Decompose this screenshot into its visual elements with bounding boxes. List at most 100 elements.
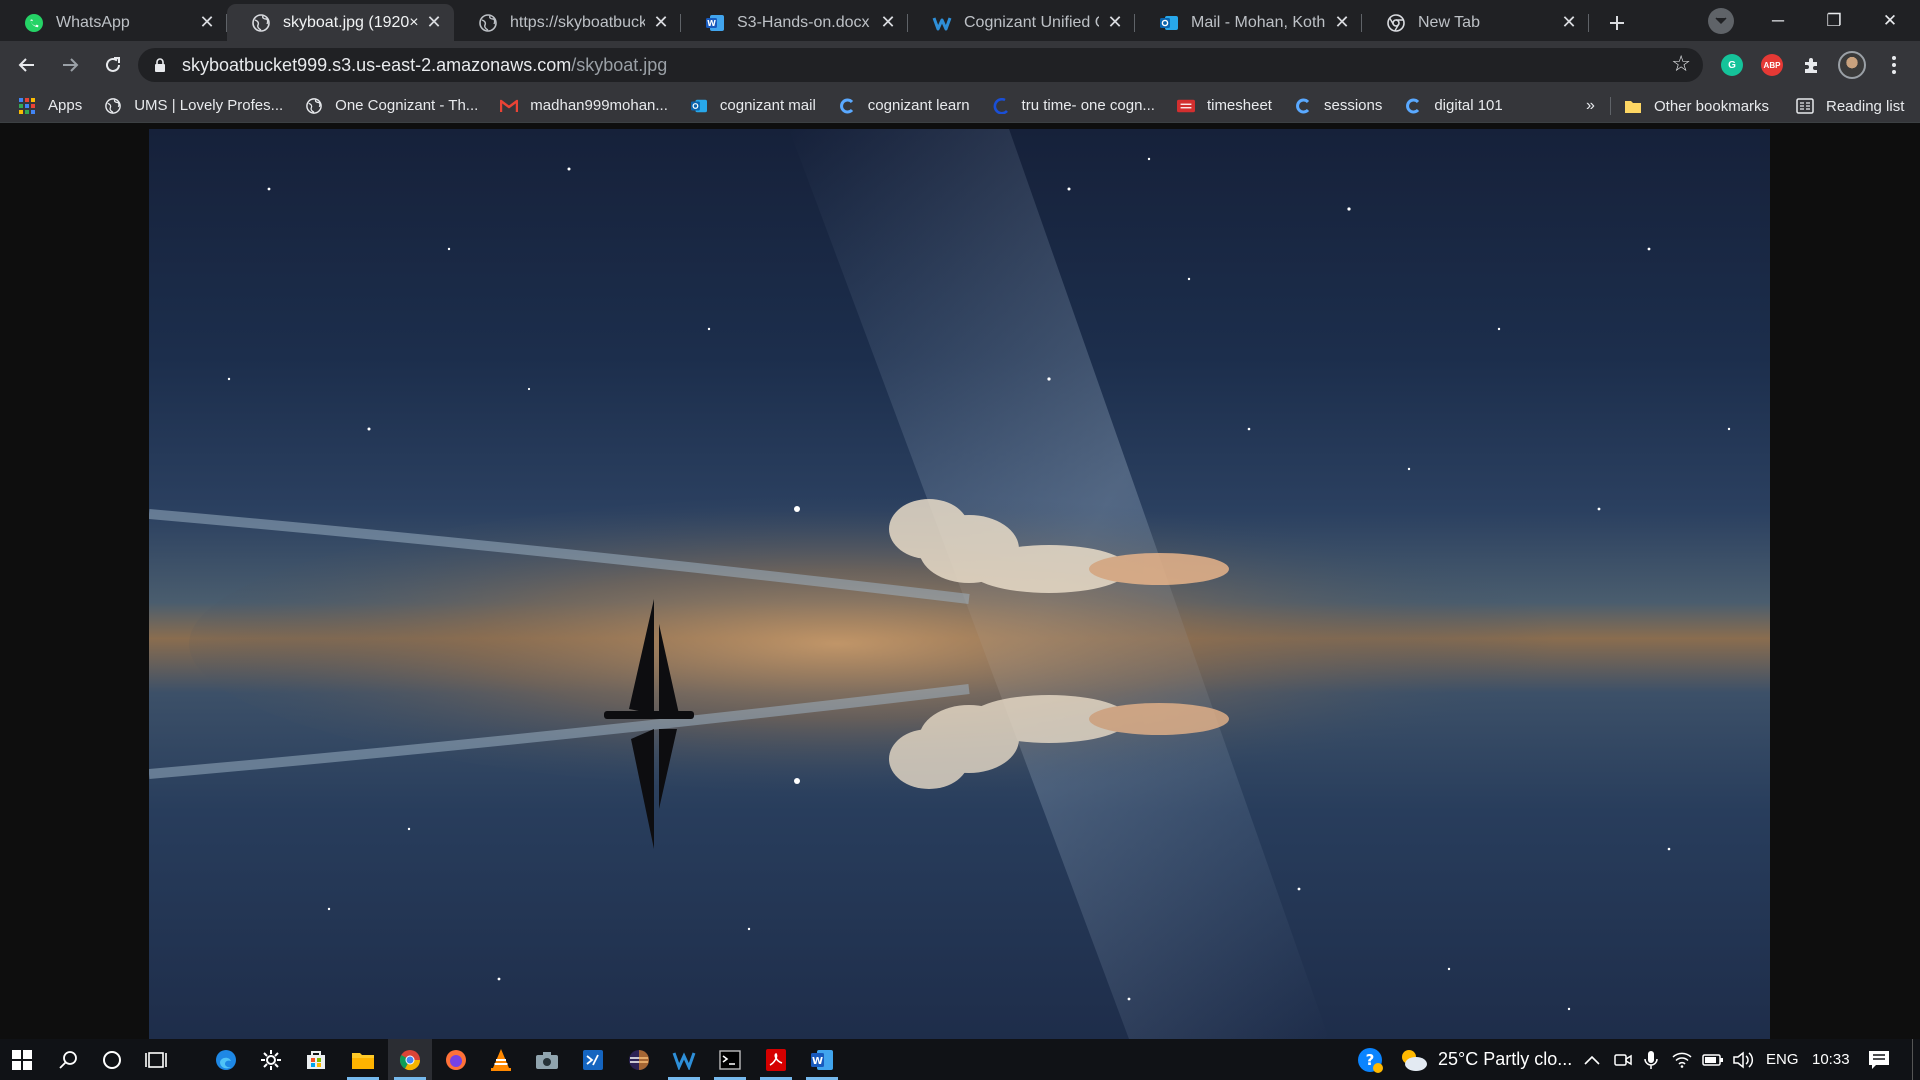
bookmark-cognizant-mail[interactable]: cognizant mail (690, 97, 816, 115)
back-button[interactable] (7, 45, 47, 85)
bookmark-label: timesheet (1206, 97, 1272, 114)
taskbar-edge[interactable] (204, 1039, 248, 1080)
close-icon[interactable]: ✕ (1559, 12, 1579, 33)
bookmark-label: cognizant mail (719, 97, 816, 114)
svg-text:W: W (707, 19, 716, 28)
taskbar-chrome[interactable] (388, 1039, 432, 1080)
extension-grammarly[interactable]: G (1718, 51, 1746, 79)
extension-adblock-plus[interactable]: ABP (1758, 51, 1786, 79)
windows-logo-icon (12, 1049, 32, 1070)
gear-icon (261, 1049, 281, 1070)
task-view-button[interactable] (134, 1039, 178, 1080)
taskbar-eclipse[interactable] (617, 1039, 661, 1080)
bookmark-digital-101[interactable]: digital 101 (1404, 97, 1503, 115)
close-icon[interactable]: ✕ (878, 12, 898, 33)
taskbar-cognizant-app[interactable] (662, 1039, 706, 1080)
close-icon[interactable]: ✕ (197, 12, 217, 33)
minimize-button[interactable]: ─ (1750, 0, 1806, 41)
bookmark-ums[interactable]: UMS | Lovely Profes... (104, 97, 283, 115)
close-icon[interactable]: ✕ (424, 12, 444, 33)
clock[interactable]: 10:33 (1812, 1039, 1850, 1080)
chrome-icon (399, 1049, 421, 1070)
taskbar-visual-studio[interactable] (571, 1039, 615, 1080)
skyboat-image[interactable] (149, 129, 1770, 1039)
bookmark-label: madhan999mohan... (530, 97, 668, 114)
input-language-button[interactable]: ENG (1766, 1039, 1799, 1080)
tab-s3-handson-doc[interactable]: W S3-Hands-on.docx ✕ (681, 4, 908, 41)
taskbar-camera[interactable] (525, 1039, 569, 1080)
video-camera-icon (1614, 1053, 1632, 1066)
bookmark-tru-time[interactable]: tru time- one cogn... (992, 97, 1155, 115)
taskbar-store[interactable] (294, 1039, 338, 1080)
bookmark-timesheet[interactable]: timesheet (1176, 97, 1272, 115)
tab-cognizant-community[interactable]: Cognizant Unified Community ✕ (908, 4, 1135, 41)
taskbar-word[interactable]: W (800, 1039, 844, 1080)
reload-button[interactable] (93, 45, 133, 85)
cognizant-c-icon (1294, 97, 1312, 115)
tab-skyboat[interactable]: skyboat.jpg (1920×1080) ✕ (227, 4, 454, 41)
address-bar[interactable]: skyboatbucket999.s3.us-east-2.amazonaws.… (138, 48, 1703, 82)
tab-s3-url[interactable]: https://skyboatbucket999.s3 ✕ (454, 4, 681, 41)
grammarly-icon: G (1721, 54, 1743, 76)
bookmark-gmail[interactable]: madhan999mohan... (500, 97, 668, 115)
action-center-button[interactable] (1868, 1039, 1890, 1080)
taskbar-terminal[interactable] (708, 1039, 752, 1080)
other-bookmarks[interactable]: Other bookmarks (1624, 89, 1769, 123)
vlc-icon (491, 1048, 511, 1071)
browser-toolbar: skyboatbucket999.s3.us-east-2.amazonaws.… (0, 41, 1920, 89)
microphone-icon[interactable] (1644, 1039, 1658, 1080)
taskbar-file-explorer[interactable] (341, 1039, 385, 1080)
close-icon[interactable]: ✕ (1105, 12, 1125, 33)
volume-icon[interactable] (1732, 1039, 1754, 1080)
tab-mail[interactable]: Mail - Mohan, Kothuru ✕ (1135, 4, 1362, 41)
show-desktop-button[interactable] (1912, 1039, 1913, 1080)
cortana-icon (103, 1050, 121, 1069)
meet-now-icon[interactable] (1614, 1039, 1632, 1080)
forward-button[interactable] (50, 45, 90, 85)
taskbar-acrobat[interactable] (754, 1039, 798, 1080)
more-vertical-icon (1892, 56, 1896, 74)
close-window-button[interactable]: ✕ (1862, 0, 1918, 41)
partly-cloudy-icon (1402, 1049, 1427, 1071)
bookmark-label: UMS | Lovely Profes... (134, 97, 284, 114)
cognizant-icon (992, 97, 1010, 115)
taskbar-firefox[interactable] (434, 1039, 478, 1080)
wifi-icon[interactable] (1672, 1039, 1692, 1080)
reading-list[interactable]: Reading list (1796, 89, 1904, 123)
show-hidden-icons-button[interactable] (1584, 1039, 1600, 1080)
bookmark-apps[interactable]: Apps (18, 97, 82, 115)
tab-whatsapp[interactable]: WhatsApp ✕ (0, 4, 227, 41)
taskbar-settings[interactable] (249, 1039, 293, 1080)
puzzle-icon (1805, 58, 1817, 73)
chevron-down-icon (1715, 17, 1727, 25)
close-icon[interactable]: ✕ (651, 12, 671, 33)
help-tray-icon[interactable]: ? (1356, 1039, 1384, 1080)
globe-icon (305, 97, 323, 115)
bookmark-cognizant-learn[interactable]: cognizant learn (838, 97, 970, 115)
bookmark-star-icon[interactable]: ☆ (1671, 51, 1691, 77)
word-icon: W (811, 1049, 833, 1070)
taskbar-vlc[interactable] (479, 1039, 523, 1080)
new-tab-button[interactable] (1597, 4, 1637, 41)
start-button[interactable] (0, 1039, 44, 1080)
search-button[interactable] (46, 1039, 90, 1080)
restore-button[interactable]: ❐ (1806, 0, 1862, 41)
pdf-icon (766, 1048, 786, 1071)
tab-new-tab[interactable]: New Tab ✕ (1362, 4, 1589, 41)
close-icon[interactable]: ✕ (1332, 12, 1352, 33)
extensions-button[interactable] (1798, 51, 1826, 79)
profile-button[interactable] (1838, 51, 1866, 79)
cognizant-c-icon (838, 97, 856, 115)
cortana-button[interactable] (90, 1039, 134, 1080)
weather-widget[interactable]: 25°C Partly clo... (1398, 1039, 1572, 1080)
battery-icon[interactable] (1702, 1039, 1724, 1080)
menu-button[interactable] (1880, 51, 1908, 79)
lock-icon[interactable] (154, 57, 168, 73)
weather-text: 25°C Partly clo... (1438, 1049, 1573, 1069)
bookmark-one-cognizant[interactable]: One Cognizant - Th... (305, 97, 478, 115)
camera-icon (536, 1051, 558, 1069)
bookmark-sessions[interactable]: sessions (1294, 97, 1382, 115)
adblock-plus-icon: ABP (1761, 54, 1783, 76)
bookmarks-overflow-button[interactable]: » (1586, 89, 1595, 123)
tab-search-button[interactable] (1708, 8, 1734, 34)
